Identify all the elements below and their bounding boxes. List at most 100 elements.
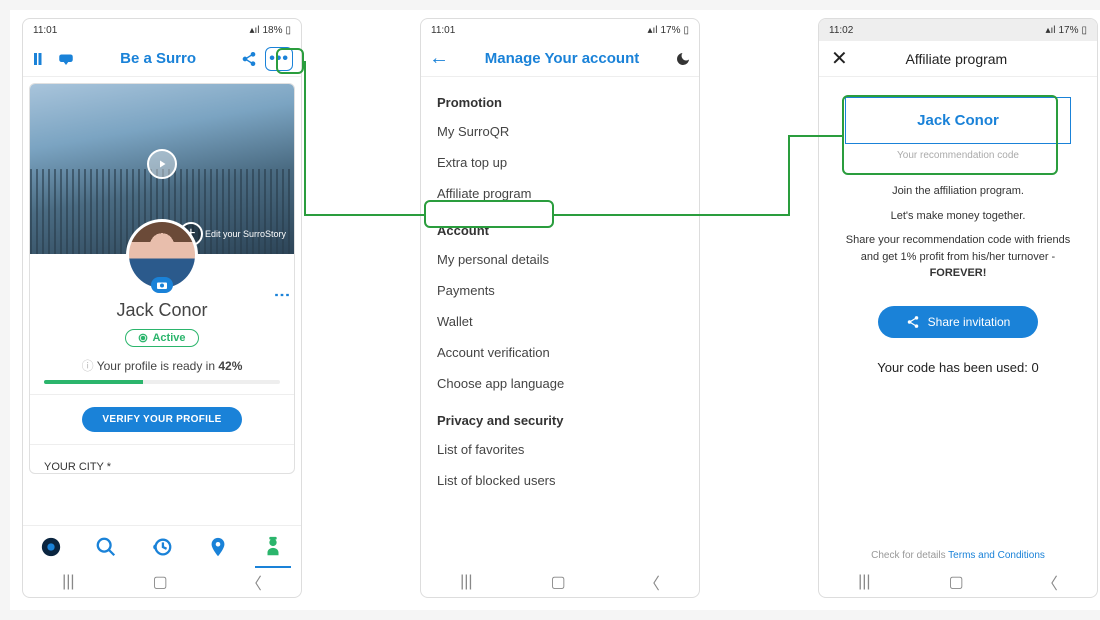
sys-home-icon[interactable]: ▢ bbox=[153, 572, 168, 592]
status-time: 11:01 bbox=[431, 25, 455, 36]
terms-link[interactable]: Terms and Conditions bbox=[948, 550, 1045, 561]
chat-icon[interactable] bbox=[57, 50, 75, 68]
status-time: 11:01 bbox=[33, 25, 57, 36]
code-used: Your code has been used: 0 bbox=[819, 360, 1097, 375]
status-right: ▴ıl 17% ▯ bbox=[1045, 25, 1087, 36]
item-extra-topup[interactable]: Extra top up bbox=[437, 147, 683, 178]
play-icon[interactable] bbox=[147, 149, 177, 179]
share-icon[interactable] bbox=[241, 51, 257, 67]
line3-forever: FOREVER! bbox=[930, 267, 987, 279]
battery-text: 17% bbox=[660, 25, 680, 36]
system-nav: ||| ▢ 〈 bbox=[23, 567, 301, 597]
cover-photo[interactable]: + Edit your SurroStory bbox=[30, 84, 294, 254]
share-label: Share invitation bbox=[928, 315, 1011, 329]
status-label: Active bbox=[152, 332, 185, 344]
close-icon[interactable]: ✕ bbox=[831, 46, 848, 71]
system-nav: ||| ▢ 〈 bbox=[421, 567, 699, 597]
city-label: YOUR CITY * bbox=[30, 455, 294, 473]
status-bar: 11:01 ▴ıl 18% ▯ bbox=[23, 19, 301, 41]
terms-footer: Check for details Terms and Conditions bbox=[819, 550, 1097, 561]
bottom-nav bbox=[23, 525, 301, 567]
nav-search-icon[interactable] bbox=[86, 527, 126, 567]
flow-line bbox=[788, 135, 790, 216]
nav-location-icon[interactable] bbox=[198, 527, 238, 567]
nav-profile-icon[interactable] bbox=[253, 527, 293, 567]
sys-recent-icon[interactable]: ||| bbox=[858, 573, 870, 591]
status-bar: 11:01 ▴ıl 17% ▯ bbox=[421, 19, 699, 41]
account-list: Promotion My SurroQR Extra top up Affili… bbox=[421, 77, 699, 567]
item-surroqr[interactable]: My SurroQR bbox=[437, 116, 683, 147]
nav-history-icon[interactable] bbox=[142, 527, 182, 567]
status-bar: 11:02 ▴ıl 17% ▯ bbox=[819, 19, 1097, 41]
top-bar: ← Manage Your account bbox=[421, 41, 699, 77]
affiliate-line1: Join the affiliation program. bbox=[837, 183, 1079, 200]
avatar[interactable] bbox=[126, 219, 198, 291]
flow-line bbox=[304, 214, 424, 216]
phone-affiliate-screen: 11:02 ▴ıl 17% ▯ ✕ Affiliate program Jack… bbox=[818, 18, 1098, 598]
affiliate-header: ✕ Affiliate program bbox=[819, 41, 1097, 77]
affiliate-line3: Share your recommendation code with frie… bbox=[837, 232, 1079, 282]
item-favorites[interactable]: List of favorites bbox=[437, 434, 683, 465]
item-payments[interactable]: Payments bbox=[437, 275, 683, 306]
code-hint: Your recommendation code bbox=[819, 150, 1097, 161]
phone-account-screen: 11:01 ▴ıl 17% ▯ ← Manage Your account Pr… bbox=[420, 18, 700, 598]
edit-story-label: Edit your SurroStory bbox=[205, 229, 286, 239]
item-personal-details[interactable]: My personal details bbox=[437, 244, 683, 275]
battery-text: 17% bbox=[1058, 25, 1078, 36]
affiliate-line2: Let's make money together. bbox=[837, 208, 1079, 225]
signal-icon: ▴ıl bbox=[647, 25, 657, 36]
sys-recent-icon[interactable]: ||| bbox=[62, 573, 74, 591]
tandc-prefix: Check for details bbox=[871, 550, 948, 561]
section-promotion: Promotion bbox=[437, 95, 683, 110]
page-title: Manage Your account bbox=[457, 50, 667, 67]
recommendation-code[interactable]: Jack Conor bbox=[845, 97, 1071, 144]
battery-icon: ▯ bbox=[285, 25, 291, 36]
status-right: ▴ıl 17% ▯ bbox=[647, 25, 689, 36]
battery-icon: ▯ bbox=[1081, 25, 1087, 36]
item-language[interactable]: Choose app language bbox=[437, 368, 683, 399]
ready-percent: 42% bbox=[218, 359, 242, 373]
used-prefix: Your code has been used: bbox=[877, 360, 1031, 375]
phone-profile-screen: 11:01 ▴ıl 18% ▯ Be a Surro ••• + bbox=[22, 18, 302, 598]
back-icon[interactable]: ← bbox=[429, 47, 449, 70]
profile-content: + Edit your SurroStory ⋮ Jack Conor Acti… bbox=[23, 77, 301, 525]
section-account: Account bbox=[437, 223, 683, 238]
used-count: 0 bbox=[1031, 360, 1038, 375]
progress-bar bbox=[44, 380, 280, 384]
sys-back-icon[interactable]: 〈 bbox=[644, 570, 660, 594]
page-title: Be a Surro bbox=[83, 50, 233, 67]
flow-line bbox=[304, 61, 306, 214]
nav-home-icon[interactable] bbox=[31, 527, 71, 567]
page-title: Affiliate program bbox=[848, 51, 1065, 67]
profile-progress-text: ⓘ Your profile is ready in 42% bbox=[30, 357, 294, 374]
status-time: 11:02 bbox=[829, 25, 853, 36]
sys-home-icon[interactable]: ▢ bbox=[949, 572, 964, 592]
line3-prefix: Share your recommendation code with frie… bbox=[846, 234, 1070, 263]
sys-back-icon[interactable]: 〈 bbox=[1042, 570, 1058, 594]
item-blocked[interactable]: List of blocked users bbox=[437, 465, 683, 496]
ready-prefix: Your profile is ready in bbox=[97, 359, 219, 373]
share-invitation-button[interactable]: Share invitation bbox=[878, 306, 1038, 338]
card-more-icon[interactable]: ⋮ bbox=[272, 287, 291, 301]
item-verification[interactable]: Account verification bbox=[437, 337, 683, 368]
sys-home-icon[interactable]: ▢ bbox=[551, 572, 566, 592]
map-icon[interactable] bbox=[31, 50, 49, 68]
verify-profile-button[interactable]: VERIFY YOUR PROFILE bbox=[82, 407, 242, 432]
status-right: ▴ıl 18% ▯ bbox=[249, 25, 291, 36]
sys-recent-icon[interactable]: ||| bbox=[460, 573, 472, 591]
dark-mode-icon[interactable] bbox=[675, 51, 691, 67]
camera-icon[interactable] bbox=[151, 277, 173, 293]
top-bar: Be a Surro ••• bbox=[23, 41, 301, 77]
profile-card: + Edit your SurroStory ⋮ Jack Conor Acti… bbox=[29, 83, 295, 474]
status-badge: Active bbox=[125, 329, 198, 347]
more-menu-icon[interactable]: ••• bbox=[265, 47, 293, 71]
item-affiliate-program[interactable]: Affiliate program bbox=[437, 178, 683, 209]
item-wallet[interactable]: Wallet bbox=[437, 306, 683, 337]
signal-icon: ▴ıl bbox=[1045, 25, 1055, 36]
battery-icon: ▯ bbox=[683, 25, 689, 36]
battery-text: 18% bbox=[262, 25, 282, 36]
sys-back-icon[interactable]: 〈 bbox=[246, 570, 262, 594]
profile-name: Jack Conor bbox=[30, 300, 294, 321]
affiliate-content: Jack Conor Your recommendation code Join… bbox=[819, 77, 1097, 567]
system-nav: ||| ▢ 〈 bbox=[819, 567, 1097, 597]
